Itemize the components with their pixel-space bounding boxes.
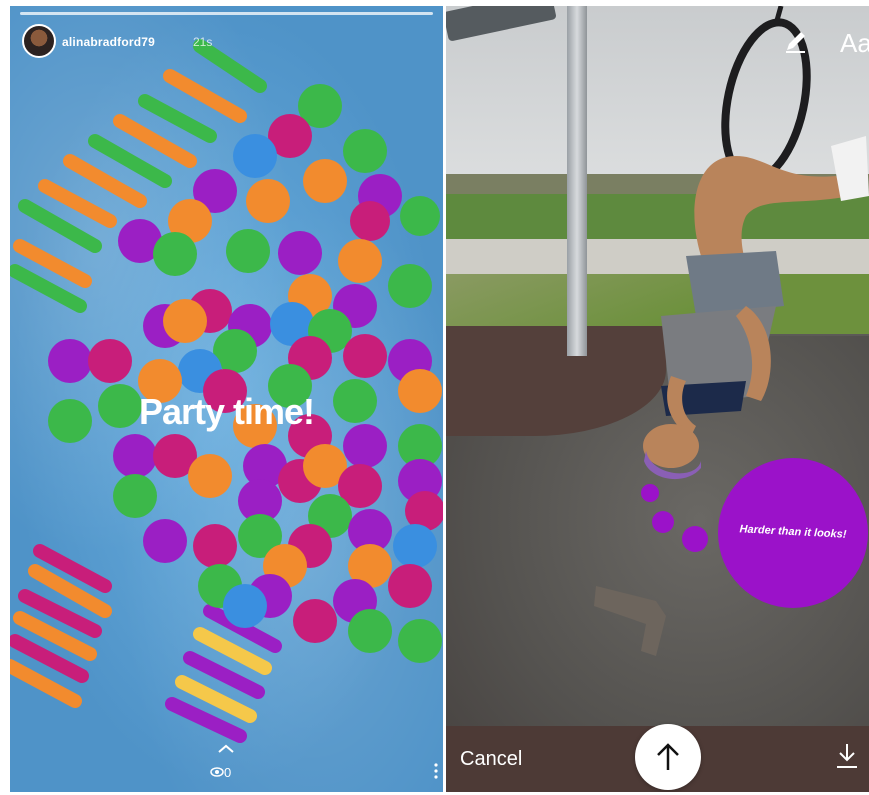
avatar[interactable] — [22, 24, 56, 58]
thought-dot-small — [641, 484, 659, 502]
story-caption: Party time! — [138, 391, 315, 432]
more-options-icon[interactable] — [433, 762, 439, 780]
text-tool-button[interactable]: Aa — [840, 28, 869, 59]
story-progress-bar — [20, 12, 433, 15]
photo-person — [594, 6, 869, 656]
send-button[interactable] — [635, 724, 701, 790]
eye-icon — [210, 767, 224, 777]
thought-dot-large — [682, 526, 708, 552]
thought-dot-medium — [652, 511, 674, 533]
story-viewer[interactable]: alinabradford79 21s Party time! 0 — [10, 6, 443, 792]
story-timestamp: 21s — [193, 35, 213, 49]
cancel-button[interactable]: Cancel — [460, 748, 522, 771]
send-arrow-icon — [657, 743, 679, 770]
story-username[interactable]: alinabradford79 — [62, 35, 155, 49]
story-editor[interactable]: Harder than it looks! Aa Cancel — [446, 6, 869, 792]
chevron-up-icon[interactable] — [217, 744, 235, 754]
pencil-icon[interactable] — [783, 28, 809, 54]
download-icon[interactable] — [835, 742, 859, 770]
seen-count: 0 — [224, 765, 232, 780]
